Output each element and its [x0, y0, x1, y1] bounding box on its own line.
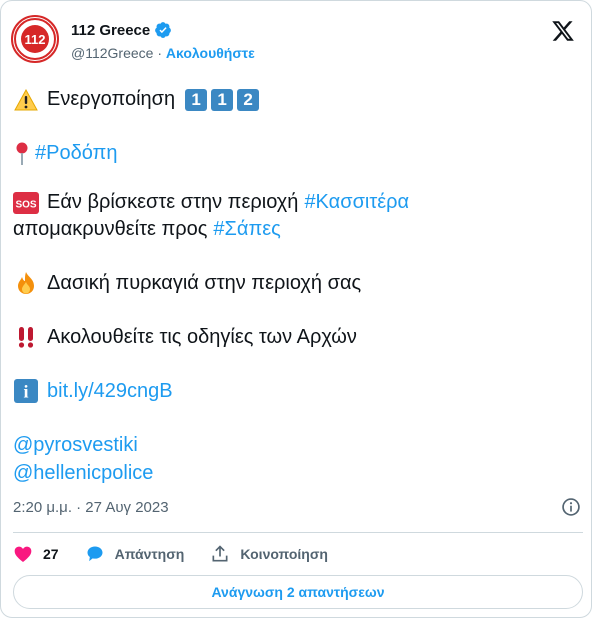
tweet-card: 112 112 Greece @112Greece · Ακολουθήστε [0, 0, 592, 618]
sos-text: Εάν βρίσκεστε στην περιοχή [47, 191, 299, 213]
line-mention-1: @pyrosvestiki [13, 431, 583, 459]
line-mention-2: @hellenicpolice [13, 459, 583, 487]
line-sos: SOS Εάν βρίσκεστε στην περιοχή #Κασσιτέρ… [13, 189, 583, 216]
separator: · [157, 45, 163, 61]
double-exclamation-icon [13, 325, 39, 349]
svg-text:i: i [23, 382, 28, 402]
share-button[interactable]: Κοινοποίηση [210, 544, 328, 564]
reply-label: Απάντηση [114, 546, 185, 562]
round-pushpin-icon [13, 142, 31, 166]
hashtag-kassitera[interactable]: #Κασσιτέρα [304, 189, 409, 216]
sos-icon: SOS [13, 191, 39, 215]
line-fire: Δασική πυρκαγιά στην περιοχή σας [13, 269, 583, 297]
divider [13, 532, 583, 533]
hashtag-rodopi[interactable]: #Ροδόπη [35, 140, 117, 167]
avatar[interactable]: 112 [11, 15, 59, 63]
keycap-3: 2 [237, 88, 260, 111]
activation-text: Ενεργοποίηση [47, 88, 176, 110]
avatar-logo: 112 [14, 18, 56, 60]
x-logo-icon[interactable] [551, 19, 575, 43]
evacuate-text: απομακρυνθείτε προς [13, 218, 208, 240]
handle-row: @112Greece · Ακολουθήστε [71, 43, 255, 63]
action-bar: 27 Απάντηση Κοινοποίηση [13, 543, 354, 565]
share-label: Κοινοποίηση [240, 546, 328, 562]
heart-icon [14, 546, 32, 562]
share-upload-icon [212, 545, 228, 562]
reply-bubble-icon [87, 546, 103, 562]
tweet-timestamp[interactable]: 2:20 μ.μ. · 27 Αυγ 2023 [13, 499, 169, 516]
line-link: i bit.ly/429cngB [13, 377, 583, 405]
info-circle-icon[interactable] [561, 497, 581, 517]
like-count: 27 [43, 546, 59, 562]
display-name[interactable]: 112 Greece [71, 22, 150, 39]
author-info: 112 Greece @112Greece · Ακολουθήστε [71, 19, 255, 63]
warning-icon [13, 88, 39, 112]
read-replies-button[interactable]: Ανάγνωση 2 απαντήσεων [13, 575, 583, 609]
verified-badge-icon [155, 22, 172, 38]
tweet-header: 112 112 Greece @112Greece · Ακολουθήστε [11, 15, 581, 65]
line-activation: Ενεργοποίηση 1 1 2 [13, 81, 583, 118]
keycap-2: 1 [211, 88, 234, 111]
handle[interactable]: @112Greece [71, 45, 153, 61]
line-evacuate: απομακρυνθείτε προς #Σάπες [13, 216, 583, 243]
short-link[interactable]: bit.ly/429cngB [47, 378, 173, 405]
svg-text:SOS: SOS [15, 199, 36, 210]
instructions-text: Ακολουθείτε τις οδηγίες των Αρχών [47, 325, 357, 348]
mention-pyrosvestiki[interactable]: @pyrosvestiki [13, 432, 138, 459]
information-icon: i [13, 379, 39, 403]
avatar-text: 112 [25, 32, 46, 47]
fire-icon [13, 271, 39, 295]
reply-button[interactable]: Απάντηση [85, 544, 185, 564]
like-button[interactable]: 27 [13, 544, 59, 564]
tweet-body: Ενεργοποίηση 1 1 2 #Ροδόπη SOS Εάν βρίσκ… [13, 81, 583, 487]
line-location: #Ροδόπη [13, 135, 583, 172]
line-instructions: Ακολουθείτε τις οδηγίες των Αρχών [13, 323, 583, 351]
hashtag-sapes[interactable]: #Σάπες [213, 216, 280, 243]
fire-text: Δασική πυρκαγιά στην περιοχή σας [47, 271, 362, 294]
mention-hellenicpolice[interactable]: @hellenicpolice [13, 460, 153, 487]
follow-button[interactable]: Ακολουθήστε [166, 45, 255, 61]
keycap-1: 1 [185, 88, 208, 111]
